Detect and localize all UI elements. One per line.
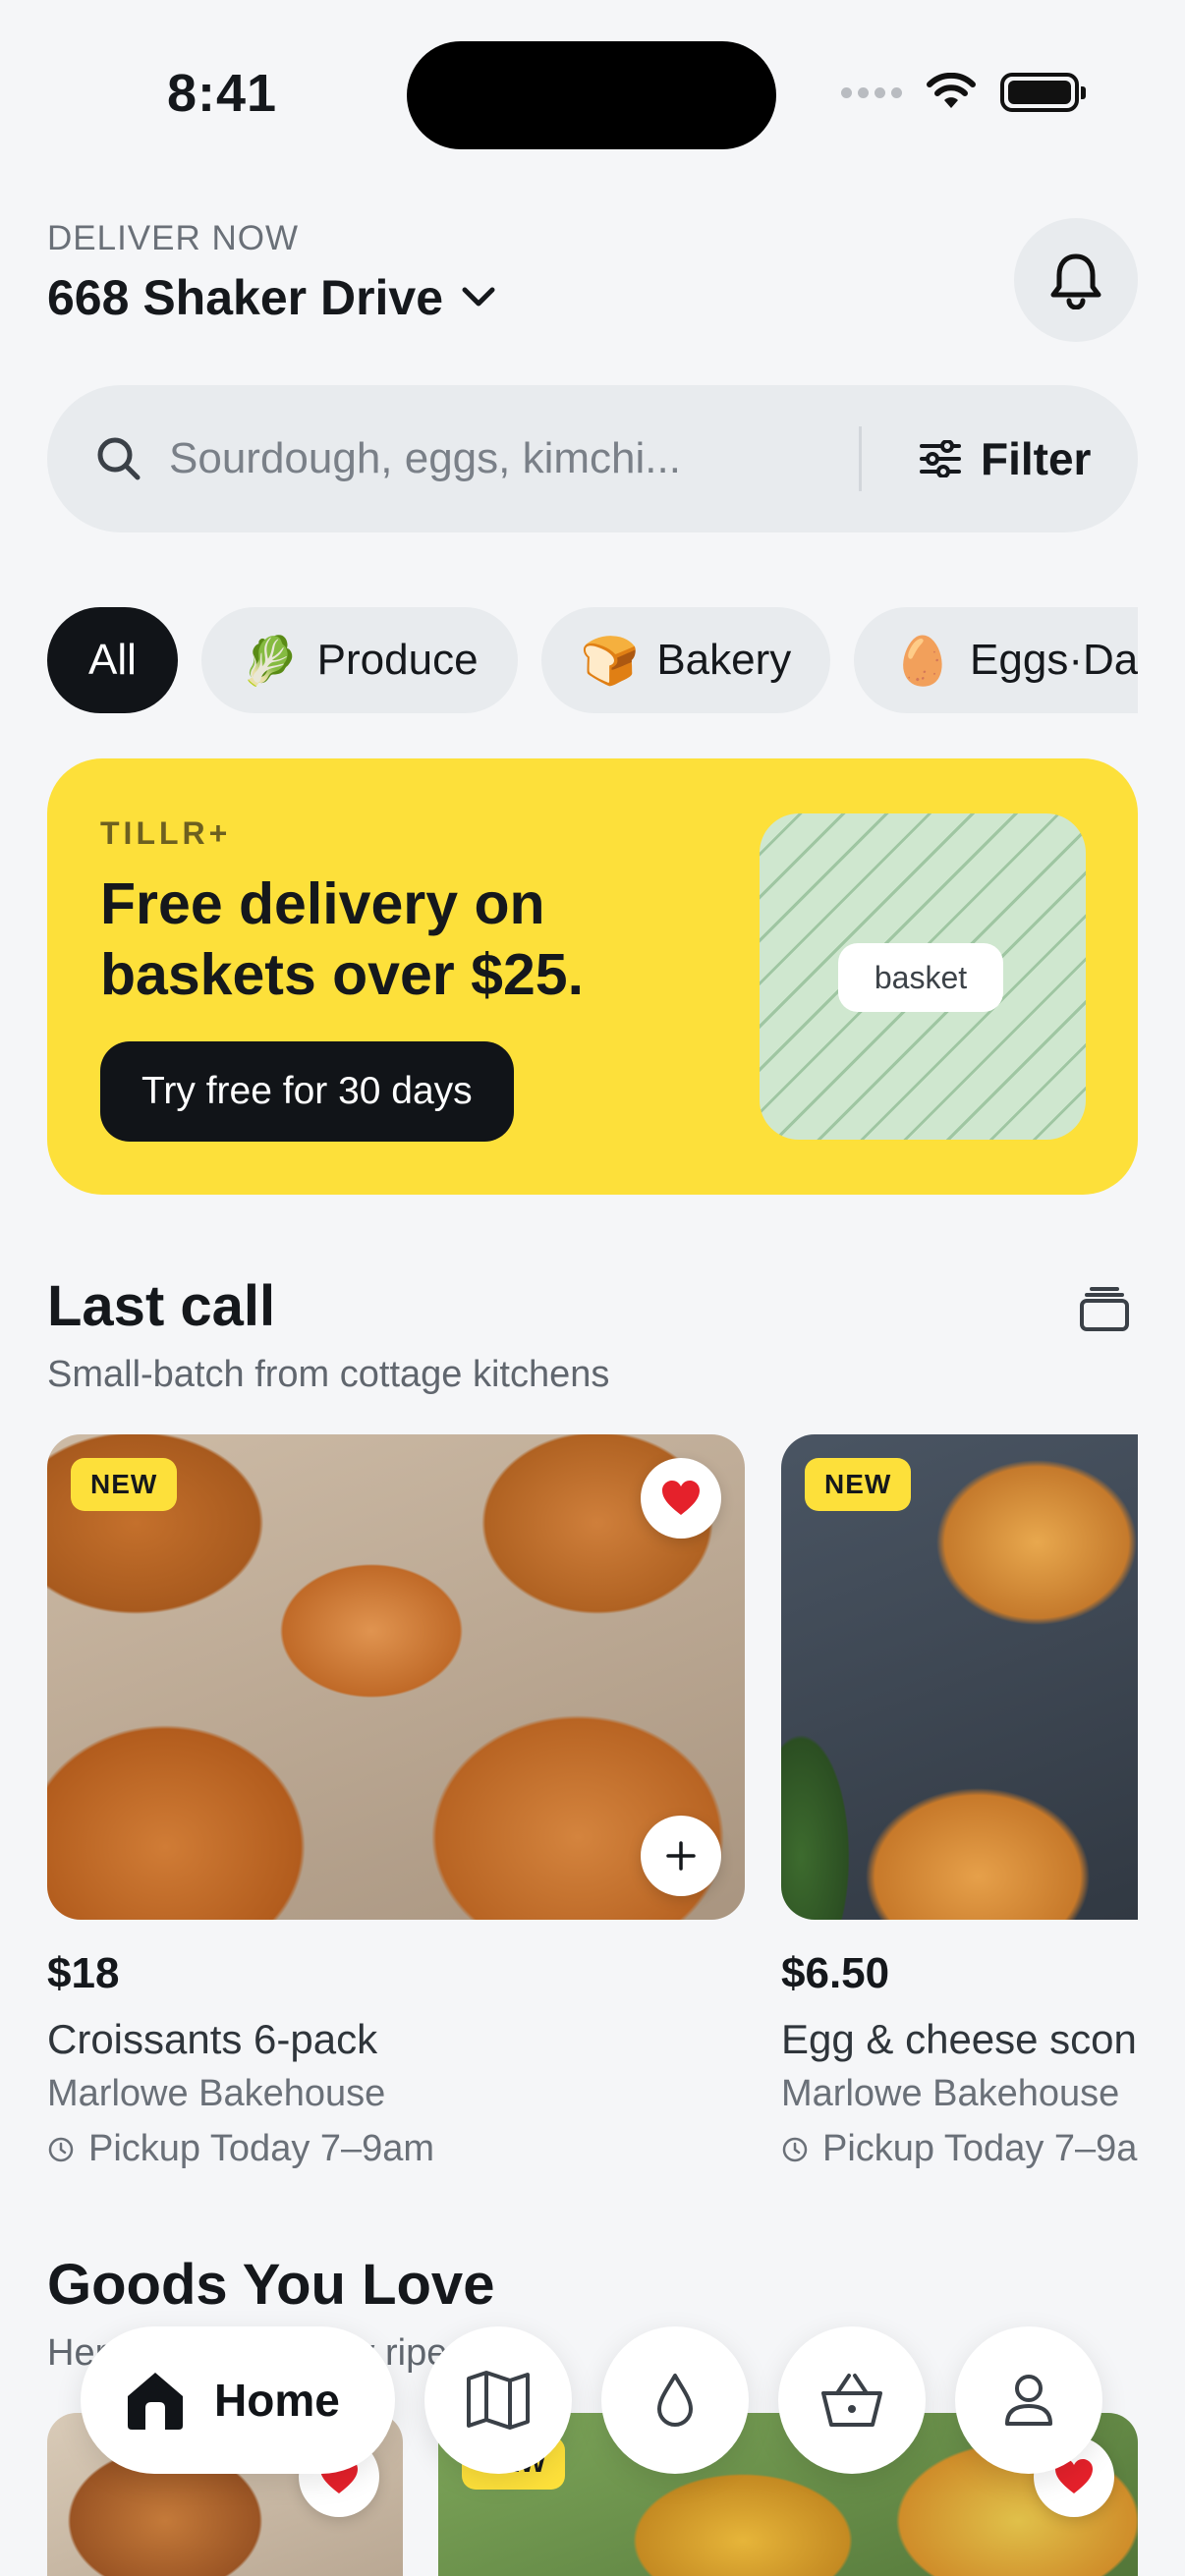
bottom-nav: Home [0,2323,1185,2480]
filter-label: Filter [981,433,1092,484]
home-icon [128,2373,183,2430]
dynamic-island [407,41,776,149]
status-icons [841,73,1086,112]
chip-label: All [88,636,137,684]
chip-produce[interactable]: 🥬 Produce [200,607,518,713]
map-icon [467,2371,530,2430]
product-image: NEW [47,1434,745,1920]
address-selector[interactable]: 668 Shaker Drive [47,269,496,326]
pickup-text: Pickup Today 7–9am [88,2128,435,2169]
heart-icon [662,1481,700,1515]
chip-eggs-dairy[interactable]: 🥚 Eggs·Dairy [854,607,1138,713]
profile-icon [1005,2375,1052,2426]
favorite-button[interactable] [641,1458,721,1539]
product-vendor: Marlowe Bakehouse [47,2073,386,2114]
battery-icon [1000,73,1086,112]
promo-cta-button[interactable]: Try free for 30 days [100,1041,514,1142]
deliver-label: DELIVER NOW [47,219,300,257]
search-divider [859,426,862,491]
add-to-basket-button[interactable] [641,1816,721,1896]
nav-map-button[interactable] [424,2326,572,2474]
status-bar: 8:41 [0,0,1185,187]
filter-button[interactable]: Filter [920,424,1091,493]
pickup-text: Pickup Today 7–9am [822,2128,1138,2169]
plus-icon [666,1841,696,1871]
search-input[interactable] [169,424,857,493]
basket-icon [821,2374,882,2427]
section-subtitle-last-call: Small-batch from cottage kitchens [47,1354,610,1395]
bread-icon: 🍞 [580,633,640,689]
chip-label: Eggs·Dairy [970,636,1138,684]
product-pickup: Pickup Today 7–9am [47,2128,434,2170]
nav-basket-button[interactable] [778,2326,926,2474]
search-icon [97,437,141,480]
nav-home-button[interactable]: Home [81,2326,395,2474]
product-name: Croissants 6-pack [47,2016,378,2062]
nav-home-label: Home [214,2375,340,2426]
lettuce-icon: 🥬 [240,633,300,689]
promo-eyebrow: TILLR+ [100,815,232,851]
chip-all[interactable]: All [47,607,178,713]
egg-icon: 🥚 [893,633,953,689]
product-card[interactable]: NEW $18 Croissants 6-pack Marlowe Bakeho… [47,1434,745,2169]
search-bar: Filter [47,385,1138,532]
category-chips: All 🥬 Produce 🍞 Bakery 🥚 Eggs·Dairy [47,607,1138,715]
chip-label: Bakery [656,636,792,684]
section-title-last-call: Last call [47,1274,276,1338]
section-title-goods: Goods You Love [47,2253,495,2317]
product-pickup: Pickup Today 7–9am [781,2128,1138,2170]
wifi-icon [927,73,976,108]
promo-banner: TILLR+ Free delivery on baskets over $25… [47,758,1138,1195]
product-image: NEW [781,1434,1138,1920]
clock-icon [782,2137,808,2161]
product-name: Egg & cheese scones [781,2016,1138,2062]
new-badge: NEW [71,1458,178,1511]
status-time: 8:41 [167,64,278,123]
promo-image-placeholder: basket [760,813,1086,1140]
view-stack-icon[interactable] [1079,1287,1130,1332]
bell-icon [1050,253,1101,309]
sliders-icon [920,440,961,477]
chip-label: Produce [316,636,479,684]
last-call-carousel: NEW $18 Croissants 6-pack Marlowe Bakeho… [47,1434,1138,2181]
chevron-down-icon [462,287,495,307]
product-card[interactable]: NEW $6.50 Egg & cheese scones Marlowe Ba… [781,1434,1138,2169]
nav-profile-button[interactable] [955,2326,1102,2474]
chip-bakery[interactable]: 🍞 Bakery [540,607,831,713]
new-badge: NEW [805,1458,912,1511]
notifications-button[interactable] [1014,218,1138,342]
product-price: $18 [47,1949,120,1997]
product-price: $6.50 [781,1949,890,1997]
address-text: 668 Shaker Drive [47,270,444,325]
promo-title: Free delivery on baskets over $25. [100,871,584,1007]
nav-drop-button[interactable] [601,2326,749,2474]
clock-icon [48,2137,74,2161]
product-vendor: Marlowe Bakehouse [781,2073,1120,2114]
promo-image-label: basket [838,943,1003,1012]
drop-icon [657,2374,693,2427]
signal-icon [841,86,902,98]
